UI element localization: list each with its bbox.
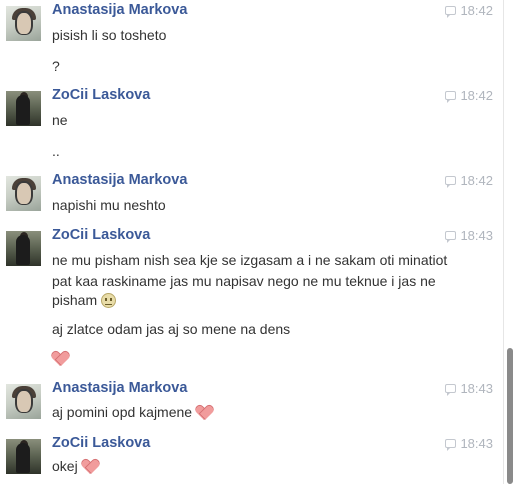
message-line: aj pomini opd kajmene — [52, 402, 212, 422]
message-thread: Anastasija Markova 18:42 pisish li so to… — [0, 0, 503, 484]
avatar[interactable] — [6, 439, 41, 474]
author-name[interactable]: Anastasija Markova — [52, 380, 187, 396]
timestamp: 18:43 — [445, 436, 493, 451]
heart-emoticon-icon — [196, 405, 212, 419]
timestamp-text: 18:43 — [460, 436, 493, 451]
timestamp: 18:42 — [445, 3, 493, 18]
message-line — [52, 348, 68, 368]
avatar[interactable] — [6, 384, 41, 419]
timestamp-text: 18:43 — [460, 381, 493, 396]
scrollbar-thumb[interactable] — [507, 348, 513, 484]
message-text: .. — [52, 143, 60, 159]
message-text: pisham — [52, 292, 98, 308]
author-name[interactable]: ZoCii Laskova — [52, 227, 150, 243]
timestamp-text: 18:42 — [460, 88, 493, 103]
scrollbar[interactable] — [503, 0, 515, 484]
message-text: okej — [52, 458, 78, 474]
message-line: pisham — [52, 290, 117, 310]
timestamp-text: 18:42 — [460, 173, 493, 188]
chat-bubble-icon — [445, 6, 457, 18]
avatar[interactable] — [6, 91, 41, 126]
chat-bubble-icon — [445, 91, 457, 103]
author-name[interactable]: Anastasija Markova — [52, 172, 187, 188]
message-text: pisish li so tosheto — [52, 27, 167, 43]
chat-bubble-icon — [445, 384, 457, 396]
message-text: ne — [52, 112, 68, 128]
chat-bubble-icon — [445, 176, 457, 188]
message-text: napishi mu neshto — [52, 197, 166, 213]
author-name[interactable]: ZoCii Laskova — [52, 435, 150, 451]
avatar[interactable] — [6, 231, 41, 266]
message-line: okej — [52, 456, 98, 476]
message-text: aj pomini opd kajmene — [52, 404, 193, 420]
timestamp: 18:43 — [445, 228, 493, 243]
message-text: ne mu pisham nish sea kje se izgasam a i… — [52, 252, 448, 268]
author-name[interactable]: Anastasija Markova — [52, 2, 187, 18]
message-text: aj zlatce odam jas aj so mene na dens — [52, 321, 291, 337]
message-text: ? — [52, 58, 60, 74]
smile-emoticon-icon — [101, 293, 117, 308]
timestamp-text: 18:43 — [460, 228, 493, 243]
timestamp: 18:42 — [445, 88, 493, 103]
timestamp: 18:42 — [445, 173, 493, 188]
chat-bubble-icon — [445, 231, 457, 243]
avatar[interactable] — [6, 6, 41, 41]
message-text: pat kaa raskiname jas mu napisav nego ne… — [52, 273, 436, 289]
chat-bubble-icon — [445, 439, 457, 451]
author-name[interactable]: ZoCii Laskova — [52, 87, 150, 103]
heart-emoticon-icon — [52, 351, 68, 365]
avatar[interactable] — [6, 176, 41, 211]
timestamp-text: 18:42 — [460, 3, 493, 18]
heart-emoticon-icon — [82, 459, 98, 473]
timestamp: 18:43 — [445, 381, 493, 396]
